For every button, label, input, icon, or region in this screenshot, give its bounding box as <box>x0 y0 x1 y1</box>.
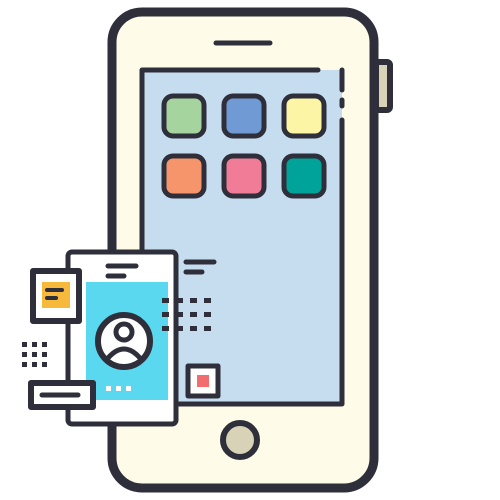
illustration <box>0 0 500 500</box>
user-avatar-icon <box>95 312 153 370</box>
app-orange-icon[interactable] <box>161 153 207 199</box>
text-field-icon <box>28 380 96 410</box>
phone-icon <box>22 7 393 493</box>
app-pink-icon[interactable] <box>221 153 267 199</box>
note-icon <box>30 268 82 324</box>
app-yellow-icon[interactable] <box>281 93 327 139</box>
app-teal-icon[interactable] <box>281 153 327 199</box>
stop-icon <box>185 363 221 399</box>
card-dots <box>106 386 131 391</box>
app-blue-icon[interactable] <box>221 93 267 139</box>
dot-grid-left <box>22 342 47 367</box>
home-button-icon[interactable] <box>220 420 260 460</box>
app-green-icon[interactable] <box>161 93 207 139</box>
